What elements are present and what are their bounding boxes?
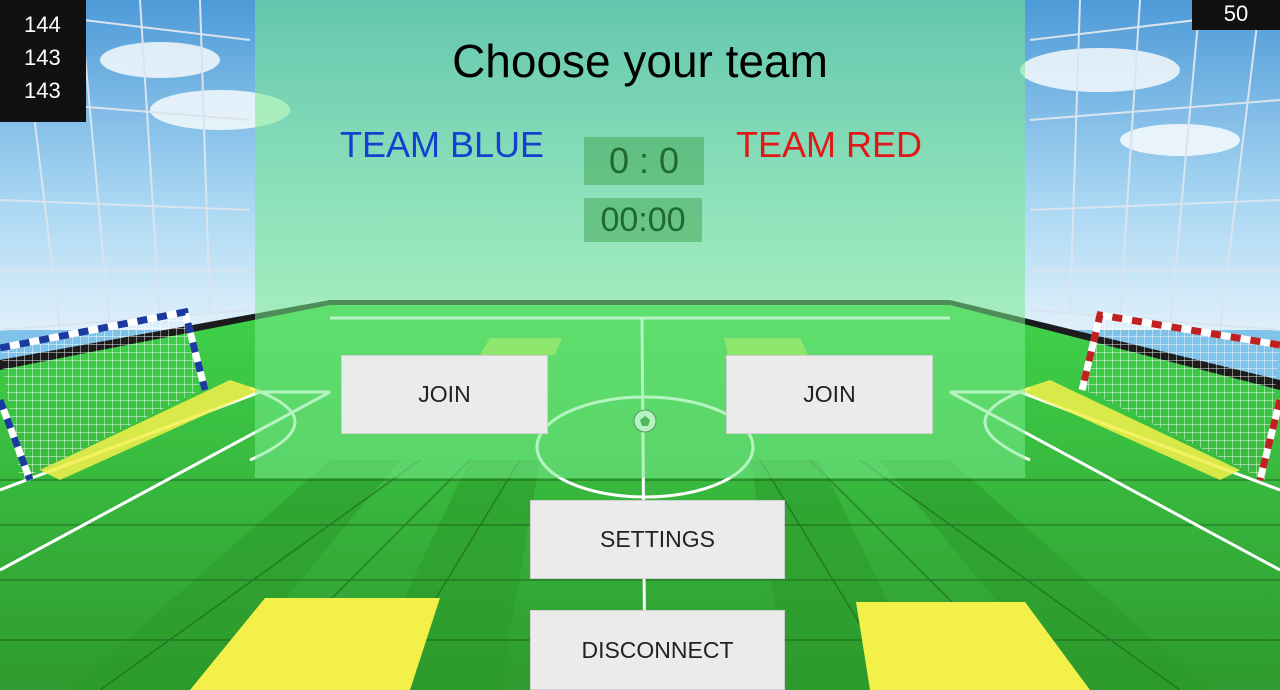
- disconnect-button[interactable]: DISCONNECT: [530, 610, 785, 690]
- team-red-label: TEAM RED: [736, 124, 923, 165]
- join-blue-button[interactable]: JOIN: [341, 355, 548, 434]
- stat-line: 143: [24, 45, 61, 70]
- debug-stats: 144 143 143: [0, 0, 86, 122]
- match-timer: 00:00: [584, 198, 702, 242]
- score-display: 0 : 0: [584, 137, 704, 185]
- stat-line: 144: [24, 12, 61, 37]
- team-blue-label: TEAM BLUE: [340, 124, 545, 165]
- join-red-button[interactable]: JOIN: [726, 355, 933, 434]
- page-title: Choose your team: [452, 35, 828, 87]
- fps-counter: 50: [1192, 0, 1280, 30]
- settings-button[interactable]: SETTINGS: [530, 500, 785, 579]
- stat-line: 143: [24, 78, 61, 103]
